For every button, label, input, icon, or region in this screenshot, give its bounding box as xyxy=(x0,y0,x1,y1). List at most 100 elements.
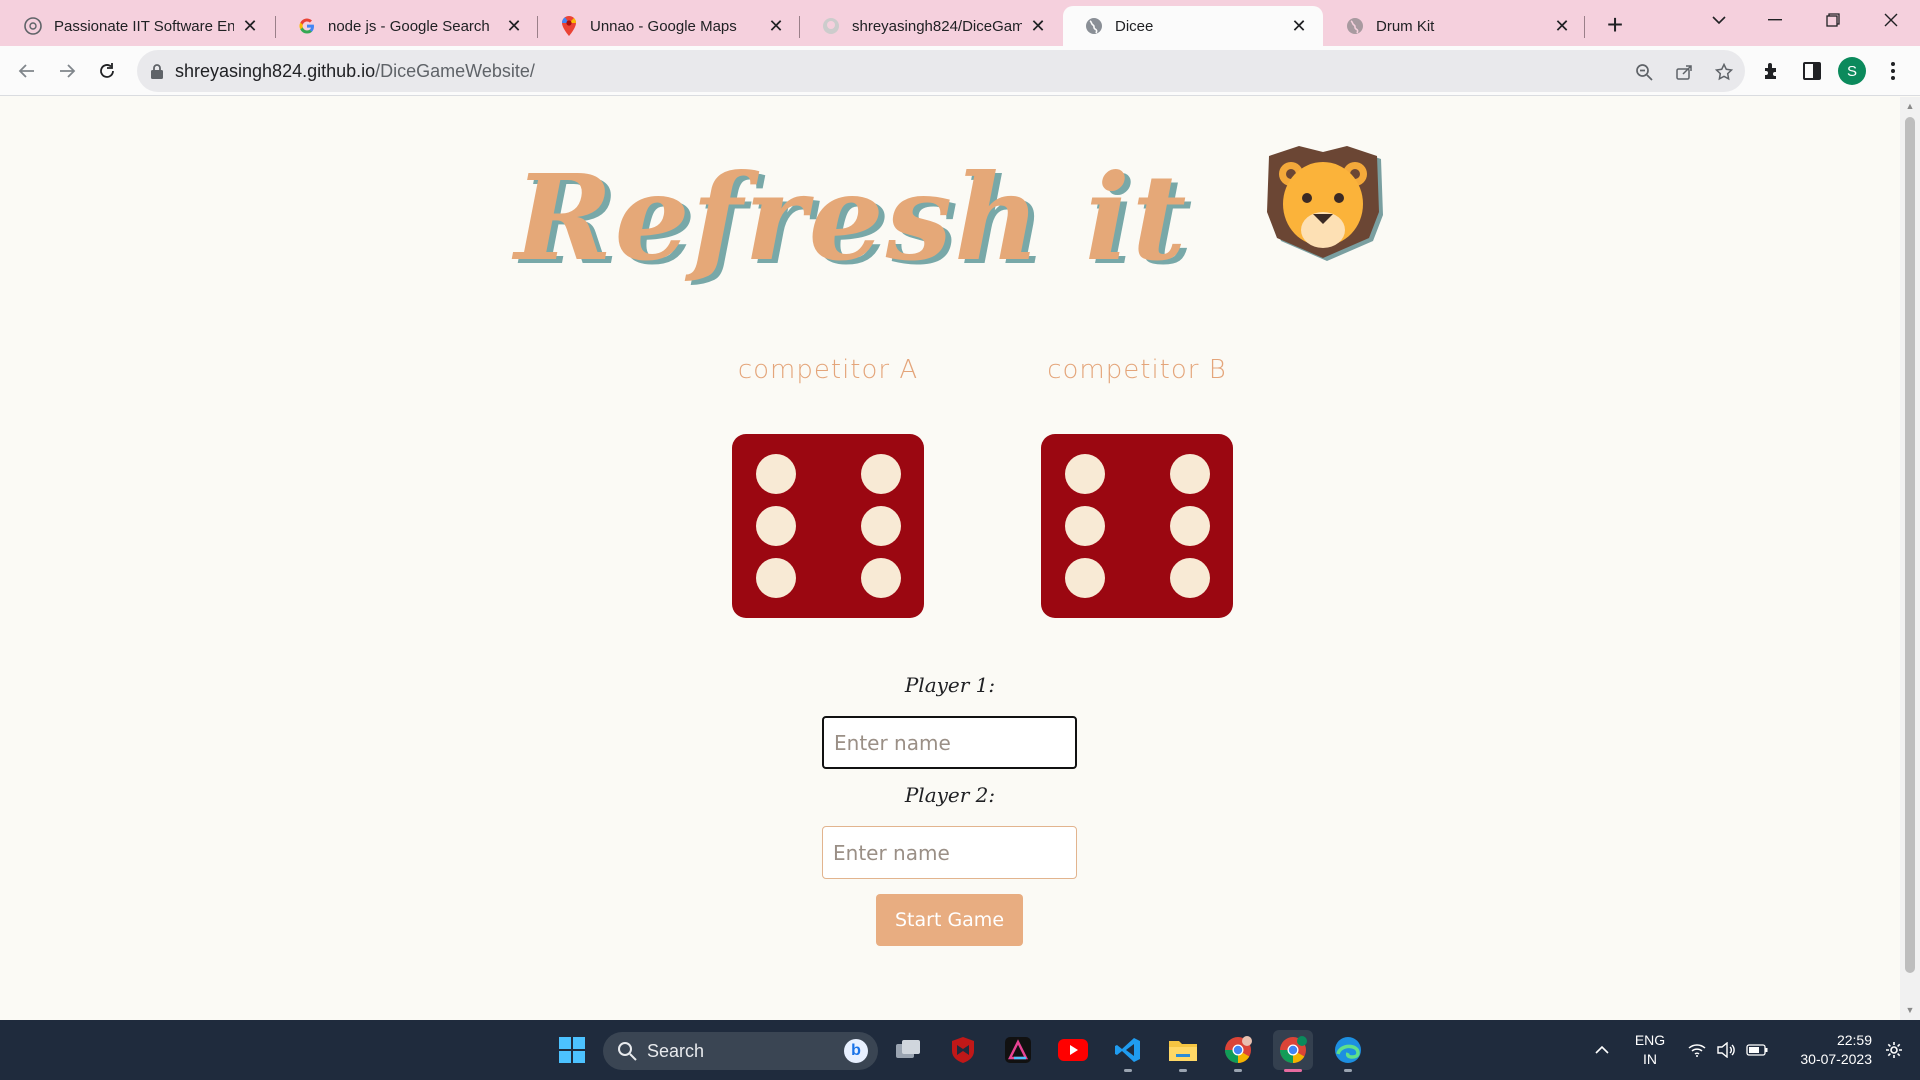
dice-a xyxy=(732,434,924,618)
scrollbar-thumb[interactable] xyxy=(1905,117,1915,973)
windows-taskbar: Search b ENG IN 22:59 30-07-2023 xyxy=(0,1020,1920,1080)
page-title: Refresh it xyxy=(0,137,1900,293)
scroll-up-icon[interactable]: ▲ xyxy=(1905,101,1915,111)
tab-google-maps[interactable]: Unnao - Google Maps ✕ xyxy=(538,6,800,46)
close-icon[interactable]: ✕ xyxy=(1028,16,1048,36)
reload-icon xyxy=(100,63,114,78)
browser-tab-strip: Passionate IIT Software Eng ✕ node js - … xyxy=(0,0,1920,46)
tab-separator xyxy=(1584,16,1585,38)
restore-button[interactable] xyxy=(1806,0,1860,40)
reload-button[interactable] xyxy=(91,55,123,87)
taskbar-search[interactable]: Search b xyxy=(603,1032,878,1070)
player1-name-input[interactable] xyxy=(822,716,1077,769)
globe-icon xyxy=(1085,17,1103,35)
competitor-a-label: competitor A xyxy=(737,355,919,385)
forward-button[interactable] xyxy=(51,55,83,87)
tab-title: shreyasingh824/DiceGameW xyxy=(852,17,1022,35)
task-view-icon[interactable] xyxy=(888,1030,928,1070)
dice-pip xyxy=(1065,506,1105,546)
close-icon[interactable]: ✕ xyxy=(504,16,524,36)
chrome-profile-icon[interactable] xyxy=(1273,1030,1313,1072)
clock[interactable]: 22:59 30-07-2023 xyxy=(1776,1032,1872,1067)
dice-pip xyxy=(756,506,796,546)
more-menu-icon[interactable] xyxy=(1880,58,1906,84)
new-tab-button[interactable]: + xyxy=(1598,8,1632,42)
youtube-icon[interactable] xyxy=(1053,1030,1093,1070)
start-game-button[interactable]: Start Game xyxy=(876,894,1023,946)
clock-time: 22:59 xyxy=(1836,1032,1872,1048)
close-icon[interactable]: ✕ xyxy=(1289,16,1309,36)
tab-dicee[interactable]: Dicee ✕ xyxy=(1063,6,1323,46)
dice-pip xyxy=(1170,454,1210,494)
dice-pip xyxy=(1170,558,1210,598)
chatgpt-icon xyxy=(24,17,42,35)
mcafee-icon[interactable] xyxy=(943,1030,983,1070)
dice-pip xyxy=(1065,454,1105,494)
bookmark-star-icon[interactable] xyxy=(1712,60,1736,84)
player2-name-input[interactable] xyxy=(822,826,1077,879)
close-window-button[interactable] xyxy=(1864,0,1918,40)
address-bar[interactable]: shreyasingh824.github.io/DiceGameWebsite… xyxy=(137,50,1745,92)
minimize-button[interactable] xyxy=(1748,0,1802,40)
running-indicator xyxy=(1284,1069,1302,1072)
close-icon[interactable]: ✕ xyxy=(1552,16,1572,36)
notification-settings-icon[interactable] xyxy=(1874,1030,1914,1070)
arrow-left-icon xyxy=(18,64,34,78)
tab-google-search[interactable]: node js - Google Search ✕ xyxy=(276,6,538,46)
running-indicator xyxy=(1124,1069,1132,1072)
player2-label: Player 2: xyxy=(904,783,996,807)
tab-drum-kit[interactable]: Drum Kit ✕ xyxy=(1324,6,1586,46)
scroll-down-icon[interactable]: ▼ xyxy=(1905,1005,1915,1015)
side-panel-icon[interactable] xyxy=(1799,58,1825,84)
tab-title: Drum Kit xyxy=(1376,17,1435,35)
competitor-b-label: competitor B xyxy=(1047,355,1227,385)
edge-icon[interactable] xyxy=(1328,1030,1368,1072)
vscode-icon[interactable] xyxy=(1108,1030,1148,1072)
maps-pin-icon xyxy=(560,16,578,36)
page-scrollbar[interactable]: ▲ ▼ xyxy=(1900,97,1920,1020)
back-button[interactable] xyxy=(11,55,43,87)
dice-pip xyxy=(756,558,796,598)
show-hidden-icons-chevron-up-icon[interactable] xyxy=(1582,1030,1622,1070)
browser-toolbar: shreyasingh824.github.io/DiceGameWebsite… xyxy=(0,46,1920,96)
extensions-icon[interactable] xyxy=(1759,58,1785,84)
dice-pip xyxy=(1170,506,1210,546)
affinity-icon[interactable] xyxy=(998,1030,1038,1070)
running-indicator xyxy=(1179,1069,1187,1072)
web-page: Refresh it competitor A competitor B Pla… xyxy=(0,97,1900,1020)
bing-icon[interactable]: b xyxy=(844,1039,868,1063)
chevron-down-icon xyxy=(1712,16,1726,25)
language-code: ENG xyxy=(1634,1032,1666,1048)
close-icon[interactable]: ✕ xyxy=(240,16,260,36)
globe-icon xyxy=(1346,17,1364,35)
clock-date: 30-07-2023 xyxy=(1800,1051,1872,1067)
arrow-right-icon xyxy=(60,64,76,78)
share-icon[interactable] xyxy=(1672,60,1696,84)
tab-search-button[interactable] xyxy=(1692,0,1746,40)
battery-icon[interactable] xyxy=(1737,1030,1777,1070)
region-code: IN xyxy=(1643,1051,1657,1067)
chrome-icon[interactable] xyxy=(1218,1030,1258,1072)
tab-chatgpt[interactable]: Passionate IIT Software Eng ✕ xyxy=(2,6,274,46)
file-explorer-icon[interactable] xyxy=(1163,1030,1203,1072)
url-text: shreyasingh824.github.io/DiceGameWebsite… xyxy=(175,60,535,81)
close-icon[interactable]: ✕ xyxy=(766,16,786,36)
windows-start-icon[interactable] xyxy=(552,1030,592,1070)
tab-title: Unnao - Google Maps xyxy=(590,17,737,35)
dice-pip xyxy=(1065,558,1105,598)
running-indicator xyxy=(1234,1069,1242,1072)
tab-title: Dicee xyxy=(1115,17,1154,35)
headline-text: Refresh it xyxy=(514,147,1189,287)
language-indicator[interactable]: ENG IN xyxy=(1630,1032,1670,1067)
taskbar-search-text: Search xyxy=(647,1040,705,1061)
running-indicator xyxy=(1344,1069,1352,1072)
profile-avatar[interactable]: S xyxy=(1838,57,1866,85)
tab-github[interactable]: shreyasingh824/DiceGameW ✕ xyxy=(800,6,1062,46)
lock-icon[interactable] xyxy=(151,63,163,79)
dice-pip xyxy=(861,454,901,494)
zoom-icon[interactable] xyxy=(1632,60,1656,84)
lion-emoji-icon xyxy=(1261,142,1385,293)
dice-b xyxy=(1041,434,1233,618)
dice-pip xyxy=(861,558,901,598)
tab-title: node js - Google Search xyxy=(328,17,490,35)
